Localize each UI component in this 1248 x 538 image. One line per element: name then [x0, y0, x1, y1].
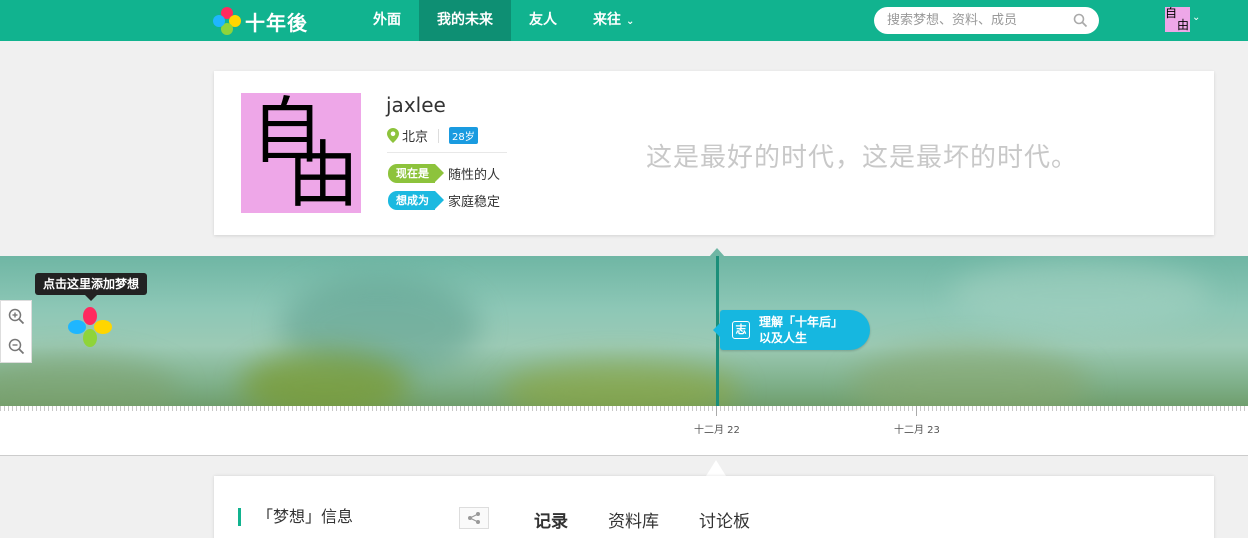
- journal-icon: 志: [732, 321, 750, 339]
- logo[interactable]: 十年後: [212, 6, 308, 36]
- tick-label: 十二月 23: [894, 425, 940, 436]
- top-navbar: 十年後 外面 我的未来 友人 来往 ⌄ 自 由 ⌄: [0, 0, 1248, 41]
- add-dream-tooltip: 点击这里添加梦想: [35, 273, 148, 301]
- ruler-major-tick: [716, 406, 717, 416]
- logo-flower-icon: [213, 7, 241, 35]
- tab-discussion[interactable]: 讨论板: [699, 507, 750, 532]
- want-value: 家庭稳定: [448, 195, 501, 210]
- chevron-down-icon: ⌄: [626, 16, 635, 27]
- tick-label: 十二月 22: [694, 425, 740, 436]
- brand-name: 十年後: [245, 10, 308, 35]
- user-menu-chevron-icon[interactable]: ⌄: [1192, 12, 1200, 23]
- zoom-in-button[interactable]: [1, 301, 31, 331]
- ruler-minor-ticks: [0, 406, 1248, 411]
- nav-contacts[interactable]: 来往 ⌄: [575, 0, 652, 41]
- dream-info-title: 「梦想」信息: [238, 508, 353, 526]
- search-icon[interactable]: [1073, 13, 1088, 28]
- dream-tabs: 记录 资料库 讨论板: [534, 507, 790, 532]
- timeline-event[interactable]: 志 理解「十年后」 以及人生: [713, 310, 870, 350]
- want-tag: 想成为: [388, 191, 444, 210]
- tab-library[interactable]: 资料库: [608, 507, 659, 532]
- bg-blob: [850, 346, 1090, 406]
- tab-records[interactable]: 记录: [534, 507, 568, 532]
- age-badge: 28岁: [449, 127, 478, 144]
- event-line-1: 理解「十年后」: [759, 315, 844, 329]
- nav-my-future[interactable]: 我的未来: [419, 0, 511, 41]
- flower-add-icon[interactable]: [67, 305, 113, 349]
- user-avatar[interactable]: 自 由: [1165, 7, 1190, 32]
- profile-motto: 这是最好的时代，这是最坏的时代。: [646, 143, 1079, 173]
- user-avatar-char-2: 由: [1177, 18, 1190, 32]
- zoom-controls: [0, 300, 32, 363]
- timeline-banner[interactable]: [0, 256, 1248, 406]
- main-nav: 外面 我的未来 友人 来往 ⌄: [355, 0, 652, 41]
- search-input[interactable]: [887, 7, 1067, 34]
- bg-blob: [0, 356, 180, 406]
- now-tag: 现在是: [388, 164, 444, 183]
- divider: [387, 152, 507, 153]
- now-value: 随性的人: [448, 168, 501, 183]
- nav-outside[interactable]: 外面: [355, 0, 419, 41]
- search-box: [874, 7, 1099, 34]
- event-text: 理解「十年后」 以及人生: [759, 314, 843, 346]
- bg-blob: [950, 261, 1210, 331]
- username[interactable]: jaxlee: [386, 93, 446, 117]
- location-row: 北京 28岁: [387, 126, 478, 145]
- zoom-out-button[interactable]: [1, 331, 31, 361]
- card-notch: [706, 460, 726, 476]
- nav-friends[interactable]: 友人: [511, 0, 575, 41]
- share-button[interactable]: [459, 507, 489, 529]
- profile-card: 自 由 jaxlee 北京 28岁 现在是 随性的人 想成为 家庭稳定 这是最好…: [214, 71, 1214, 235]
- now-row: 现在是 随性的人: [388, 164, 500, 183]
- zoom-out-icon: [8, 338, 24, 354]
- ruler-major-tick: [916, 406, 917, 416]
- event-line-2: 以及人生: [759, 331, 808, 345]
- share-icon: [468, 512, 480, 524]
- timeline-ruler: 十二月 22 十二月 23: [0, 406, 1248, 456]
- profile-avatar[interactable]: 自 由: [241, 93, 361, 213]
- zoom-in-icon: [8, 308, 24, 324]
- location-pin-icon: [387, 128, 399, 143]
- separator: [438, 128, 440, 143]
- avatar-char-2: 由: [287, 133, 360, 213]
- want-row: 想成为 家庭稳定: [388, 191, 500, 210]
- nav-contacts-label: 来往: [593, 12, 621, 28]
- bg-blob: [500, 361, 740, 406]
- location-text: 北京: [402, 130, 429, 145]
- dream-info-card: 「梦想」信息 记录 资料库 讨论板: [214, 476, 1214, 538]
